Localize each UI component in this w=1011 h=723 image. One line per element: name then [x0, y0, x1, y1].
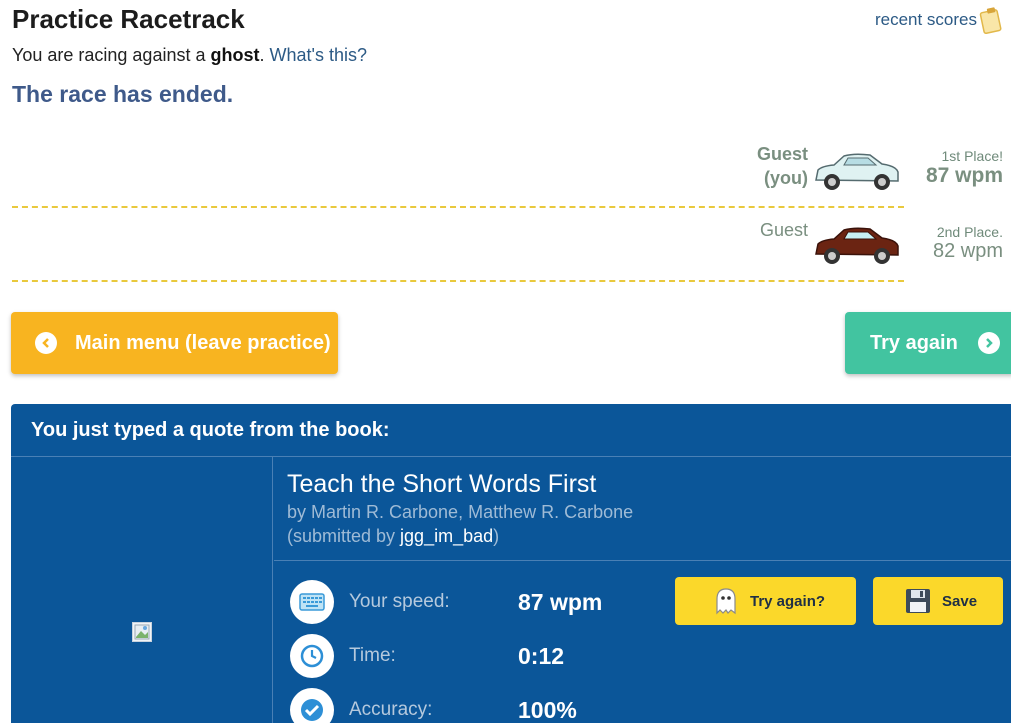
lane-2-result: 2nd Place. 82 wpm	[933, 224, 1003, 263]
stat-speed: Your speed: 87 wpm	[290, 580, 602, 624]
quote-panel-heading: You just typed a quote from the book:	[11, 404, 1011, 457]
stat-label: Accuracy:	[349, 699, 433, 720]
intro-period: .	[259, 45, 265, 65]
try-again-label: Try again	[870, 331, 958, 354]
try-again-ghost-button[interactable]: Try again?	[675, 577, 856, 625]
book-authors: by Martin R. Carbone, Matthew R. Carbone	[287, 502, 634, 522]
ghost-label: ghost	[210, 45, 260, 65]
floppy-disk-icon	[903, 586, 933, 616]
recent-scores-link[interactable]: recent scores	[875, 10, 977, 30]
stat-label: Your speed:	[349, 591, 450, 612]
try-again-ghost-label: Try again?	[750, 592, 826, 610]
race-intro: You are racing against a ghost. What's t…	[12, 45, 367, 66]
racer-name: Guest	[756, 144, 808, 164]
racer-name-you: Guest (you)	[757, 142, 808, 190]
racer-name-ghost: Guest	[759, 220, 808, 240]
checkmark-icon	[290, 688, 334, 723]
ghost-icon	[711, 586, 741, 616]
stat-value: 87 wpm	[518, 588, 603, 615]
chevron-right-icon	[977, 332, 1000, 354]
chevron-left-icon	[35, 332, 57, 354]
place-label: 1st Place!	[941, 148, 1003, 164]
divider	[274, 560, 1011, 561]
book-cover-column	[11, 457, 273, 723]
stat-value: 100%	[518, 696, 577, 723]
submitted-by: (submitted by jgg_im_bad)	[287, 526, 499, 547]
car-icon-brown	[815, 227, 899, 264]
stat-accuracy: Accuracy: 100%	[290, 688, 577, 723]
save-label: Save	[942, 592, 978, 610]
page-title: Practice Racetrack	[12, 4, 245, 34]
car-icon-light	[815, 153, 899, 190]
stat-label: Time:	[349, 645, 396, 666]
lane-1-result: 1st Place! 87 wpm	[926, 148, 1003, 188]
stat-value: 0:12	[518, 642, 565, 669]
race-lane-2: Guest	[12, 208, 904, 282]
whats-this-link[interactable]: What's this?	[270, 45, 367, 65]
submitter-link[interactable]: jgg_im_bad	[400, 526, 493, 546]
racer-you-label: (you)	[764, 168, 808, 188]
submitted-suffix: )	[493, 526, 500, 546]
save-button[interactable]: Save	[873, 577, 1003, 625]
clipboard-icon[interactable]	[979, 6, 1003, 35]
book-cover-image	[132, 622, 152, 642]
place-label: 2nd Place.	[936, 224, 1003, 240]
main-menu-button[interactable]: Main menu (leave practice)	[11, 312, 338, 374]
wpm-value: 82 wpm	[932, 240, 1003, 262]
try-again-button[interactable]: Try again	[845, 312, 1011, 374]
main-menu-label: Main menu (leave practice)	[75, 331, 331, 354]
clock-icon	[290, 634, 334, 678]
wpm-value: 87 wpm	[925, 164, 1003, 187]
stat-time: Time: 0:12	[290, 634, 564, 678]
keyboard-icon	[290, 580, 334, 624]
book-title[interactable]: Teach the Short Words First	[287, 470, 596, 499]
submitted-prefix: (submitted by	[287, 526, 401, 546]
race-lane-1: Guest (you)	[12, 134, 904, 208]
recent-scores[interactable]: recent scores	[875, 6, 1003, 35]
race-status: The race has ended.	[12, 81, 234, 107]
intro-text: You are racing against a	[12, 45, 211, 65]
quote-panel: You just typed a quote from the book: Te…	[11, 404, 1011, 723]
